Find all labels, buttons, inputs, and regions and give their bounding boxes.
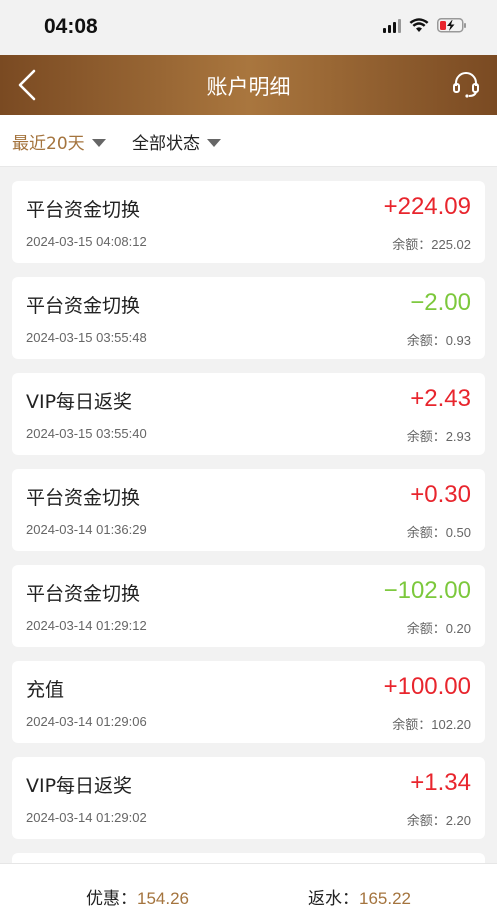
page-title: 账户明细 — [206, 75, 291, 99]
discount-summary: 优惠：154.26 — [86, 884, 189, 909]
transaction-time: 2024-03-15 03:55:48 — [26, 330, 147, 345]
transaction-amount: −2.00 — [410, 289, 471, 316]
transaction-time: 2024-03-14 01:36:29 — [26, 522, 147, 537]
transaction-card[interactable]: 平台资金切换 2024-03-14 01:29:12 −102.00 余额：0.… — [12, 565, 485, 647]
discount-value: 154.26 — [137, 889, 189, 908]
rebate-value: 165.22 — [359, 889, 411, 908]
transaction-card[interactable]: VIP每日返奖 2024-03-15 03:55:40 +2.43 余额：2.9… — [12, 373, 485, 455]
transaction-time: 2024-03-14 01:29:12 — [26, 618, 147, 633]
nav-bar: 账户明细 — [0, 55, 497, 115]
transaction-time: 2024-03-14 01:29:06 — [26, 714, 147, 729]
transaction-card[interactable]: VIP每日返奖 2024-03-14 01:29:02 +1.34 余额：2.2… — [12, 757, 485, 839]
transaction-card[interactable]: 平台资金切换 2024-03-15 04:08:12 +224.09 余额：22… — [12, 181, 485, 263]
transaction-balance: 余额：0.50 — [406, 525, 471, 540]
transaction-title: 平台资金切换 — [26, 487, 141, 509]
wifi-icon — [409, 18, 429, 32]
transaction-title: 平台资金切换 — [26, 295, 141, 317]
transaction-title: VIP每日返奖 — [26, 775, 133, 797]
cellular-signal-icon — [383, 18, 401, 33]
transaction-title: VIP每日返奖 — [26, 391, 133, 413]
filter-bar: 最近20天 全部状态 — [0, 115, 497, 167]
status-filter-label: 全部状态 — [132, 134, 200, 154]
transaction-balance: 余额：2.20 — [406, 813, 471, 828]
status-bar: 04:08 — [0, 0, 497, 55]
rebate-summary: 返水：165.22 — [308, 884, 411, 909]
customer-service-headset-icon[interactable] — [451, 69, 481, 99]
transaction-time: 2024-03-14 01:29:02 — [26, 810, 147, 825]
transaction-balance: 余额：2.93 — [406, 429, 471, 444]
transaction-balance: 余额：225.02 — [392, 237, 471, 252]
transaction-time: 2024-03-15 03:55:40 — [26, 426, 147, 441]
status-icons — [383, 18, 467, 33]
rebate-label: 返水： — [308, 889, 359, 909]
transaction-card[interactable]: 充值 2024-03-14 01:29:06 +100.00 余额：102.20 — [12, 661, 485, 743]
caret-down-icon — [91, 138, 106, 147]
transaction-title: 充值 — [26, 679, 65, 701]
transaction-amount: +0.30 — [410, 481, 471, 508]
transaction-list: 平台资金切换 2024-03-15 04:08:12 +224.09 余额：22… — [12, 181, 485, 923]
period-filter-label: 最近20天 — [12, 134, 85, 154]
transaction-time: 2024-03-15 04:08:12 — [26, 234, 147, 249]
transaction-amount: +224.09 — [383, 193, 471, 220]
discount-label: 优惠： — [86, 889, 137, 909]
caret-down-icon — [207, 138, 221, 147]
transaction-balance: 余额：0.20 — [406, 621, 471, 636]
period-filter-dropdown[interactable]: 最近20天 — [12, 129, 106, 154]
transaction-title: 平台资金切换 — [26, 583, 141, 605]
battery-icon — [437, 18, 466, 33]
transaction-amount: +1.34 — [410, 769, 471, 796]
transaction-amount: +2.43 — [410, 385, 471, 412]
transaction-card[interactable]: 平台资金切换 2024-03-15 03:55:48 −2.00 余额：0.93 — [12, 277, 485, 359]
transaction-title: 平台资金切换 — [26, 199, 141, 221]
transaction-card[interactable]: 平台资金切换 2024-03-14 01:36:29 +0.30 余额：0.50 — [12, 469, 485, 551]
status-time: 04:08 — [44, 15, 98, 38]
transaction-amount: +100.00 — [383, 673, 471, 700]
summary-footer: 优惠：154.26 返水：165.22 — [0, 863, 497, 923]
transaction-balance: 余额：0.93 — [406, 333, 471, 348]
status-filter-dropdown[interactable]: 全部状态 — [132, 129, 221, 154]
transaction-balance: 余额：102.20 — [392, 717, 471, 732]
transaction-amount: −102.00 — [383, 577, 471, 604]
